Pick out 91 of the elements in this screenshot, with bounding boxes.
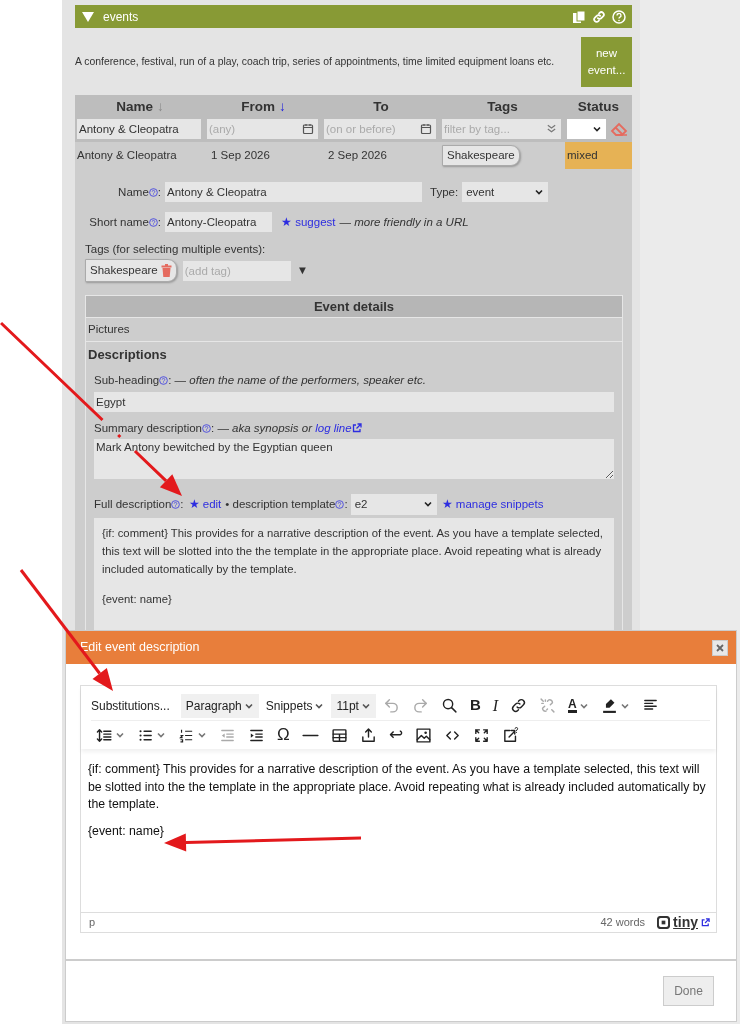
link-icon (510, 697, 528, 714)
field-label: Full description (94, 496, 172, 512)
hint-text: : — aka synopsis or log line (211, 420, 352, 436)
external-link-icon (351, 423, 362, 434)
popout-icon (501, 726, 519, 744)
field-label: Sub-heading (94, 373, 160, 389)
help-icon (612, 9, 626, 24)
element-path[interactable]: p (89, 914, 96, 931)
date-filter-field[interactable]: (any) (207, 119, 318, 140)
template-select[interactable]: e2 (350, 493, 437, 515)
calendar-icon (420, 123, 432, 136)
image-icon (414, 726, 432, 744)
close-icon (716, 643, 724, 652)
edit-link[interactable]: ★ edit (188, 495, 222, 513)
copy-icon (572, 9, 586, 24)
label-colon: : (180, 496, 184, 512)
format-dropdown[interactable]: Paragraph (180, 693, 259, 718)
subheading-field[interactable]: Egypt (94, 391, 614, 412)
line-height-icon (96, 726, 113, 744)
manage-snippets-link[interactable]: ★ manage snippets (441, 495, 544, 513)
search-icon (440, 697, 458, 714)
tags-label: Tags (for selecting multiple events): (85, 242, 267, 258)
label-colon: : (157, 184, 161, 200)
hint-text: : — often the name of the performers, speaker etc. (168, 373, 426, 389)
log-line-link[interactable]: log line (315, 421, 352, 434)
section-title: events (103, 8, 139, 26)
toolbar-button[interactable]: Ω (272, 723, 295, 747)
column-header[interactable]: To (373, 99, 389, 114)
date-filter-field[interactable]: (on or before) (324, 119, 436, 140)
toolbar-button[interactable]: I (487, 693, 504, 718)
name-field[interactable]: Antony & Cleopatra (165, 182, 422, 203)
hint-text: — more friendly in a URL (339, 214, 469, 230)
suggest-link[interactable]: ★ suggest (281, 213, 336, 231)
field-label: Summary description (94, 420, 202, 436)
label-colon: : (157, 214, 161, 230)
status-cell: mixed (565, 142, 632, 170)
done-button[interactable]: Done (663, 976, 714, 1006)
field-label: Name (118, 184, 149, 200)
eraser-icon (610, 122, 628, 137)
pictures-section[interactable]: Pictures (86, 317, 622, 342)
close-button[interactable] (712, 639, 728, 656)
tag-filter-field[interactable]: filter by tag... (442, 119, 561, 140)
table-cell-text: 1 Sep 2026 (210, 148, 271, 164)
section-description: A conference, festival, run of a play, coach trip, series of appointments, time limited equipment loans etc. (75, 55, 555, 70)
type-label: Type: (430, 184, 459, 200)
unlink-icon (539, 697, 557, 714)
calendar-icon (302, 123, 314, 136)
format-dropdown[interactable]: 11pt (331, 693, 376, 718)
sort-arrow[interactable]: ↓ (279, 99, 286, 114)
column-header[interactable]: Status (577, 99, 620, 114)
double-chevron-icon (546, 123, 557, 135)
field-label: Short name (89, 214, 149, 230)
word-count: 42 words (600, 915, 646, 931)
column-header[interactable]: Tags (487, 99, 518, 114)
preview-paragraph: {if: comment} This provides for a narrative description of the event. As you have a template selected, this text will be slotted into the the template in the appropriate place. Avoid repeating what is already included automatically by the template. (102, 525, 604, 577)
trash-icon (160, 264, 172, 277)
toolbar-button[interactable]: B (464, 693, 486, 718)
preview-paragraph: {event: name} (102, 591, 173, 607)
editor-paragraph: {if: comment} This provides for a narrative description of the event. As you have a template selected, this text will be slotted into the the template in the appropriate place. Avoid repeating what is already included automatically by the template. (88, 761, 707, 813)
column-header[interactable]: From (241, 99, 275, 114)
editor-paragraph: {event: name} (88, 822, 165, 840)
label-colon: : (344, 496, 348, 512)
table-icon (330, 726, 348, 744)
tag-chip[interactable]: Shakespeare (442, 145, 520, 167)
type-select[interactable]: event (462, 182, 549, 203)
section-heading: Descriptions (88, 345, 168, 364)
summary-field[interactable]: Mark Antony bewitched by the Egyptian queen (94, 438, 614, 479)
toolbar-button[interactable]: ↩ (383, 723, 408, 747)
dropdown-arrow[interactable]: ▼ (296, 261, 309, 280)
logo-icon (657, 916, 671, 929)
tiny-brand-link[interactable]: tiny (657, 912, 710, 933)
tag-chip[interactable]: Shakespeare (85, 258, 177, 283)
format-dropdown[interactable]: Snippets (260, 693, 330, 718)
add-tag-field[interactable]: (add tag) (182, 260, 291, 281)
link-icon (591, 9, 607, 24)
substitutions-menu[interactable]: Substitutions... (91, 693, 175, 718)
panel-heading: Event details (86, 295, 622, 318)
horizontal-line-icon (301, 733, 319, 737)
upload-icon (359, 726, 377, 744)
redo-icon (411, 697, 429, 714)
toolbar-button[interactable]: A (563, 693, 594, 718)
short-name-field[interactable]: Antony-Cleopatra (165, 212, 272, 233)
table-cell-text: 2 Sep 2026 (327, 148, 388, 164)
field-label: • description template (225, 496, 336, 512)
column-header[interactable]: Name (116, 99, 153, 114)
name-filter-field[interactable]: Antony & Cleopatra (77, 119, 201, 140)
undo-icon (382, 697, 400, 714)
fullscreen-icon (472, 726, 490, 744)
external-link-icon (701, 918, 710, 927)
highlighter-icon (600, 697, 618, 714)
table-cell-text: Antony & Cleopatra (76, 148, 178, 164)
